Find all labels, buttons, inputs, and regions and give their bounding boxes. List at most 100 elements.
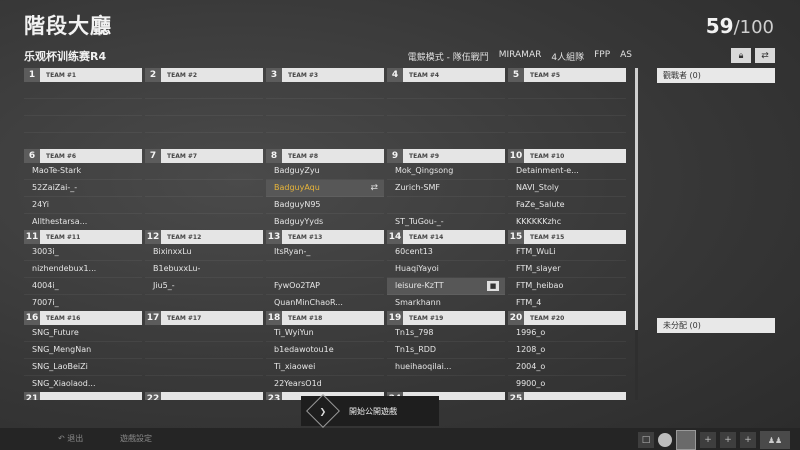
globe-icon[interactable]: [658, 433, 672, 447]
player-slot[interactable]: BixinxxLu: [145, 244, 263, 261]
player-slot[interactable]: BadguyZyu: [266, 163, 384, 180]
exit-button[interactable]: ↶ 退出: [48, 428, 93, 450]
team-header[interactable]: 14 TEAM #14: [387, 230, 505, 244]
swap-icon[interactable]: ⇄: [755, 48, 775, 63]
player-slot[interactable]: 3003i_: [24, 244, 142, 261]
player-slot[interactable]: [145, 376, 263, 393]
player-slot[interactable]: FaZe_Salute: [508, 197, 626, 214]
player-slot[interactable]: b1edawotou1e: [266, 342, 384, 359]
player-slot[interactable]: 24Yi: [24, 197, 142, 214]
team-header[interactable]: 16 TEAM #16: [24, 311, 142, 325]
team-header[interactable]: 19 TEAM #19: [387, 311, 505, 325]
player-slot[interactable]: Ti_WyiYun: [266, 325, 384, 342]
player-slot[interactable]: [266, 116, 384, 133]
player-slot[interactable]: [266, 99, 384, 116]
player-slot[interactable]: [24, 133, 142, 150]
team-header[interactable]: 13 TEAM #13: [266, 230, 384, 244]
player-slot[interactable]: Tn1s_RDD: [387, 342, 505, 359]
team-grid-scrollbar[interactable]: [635, 68, 638, 400]
player-slot[interactable]: [508, 82, 626, 99]
player-slot[interactable]: [387, 133, 505, 150]
player-slot[interactable]: Mok_Qingsong: [387, 163, 505, 180]
team-header[interactable]: 1 TEAM #1: [24, 68, 142, 82]
team-header[interactable]: 3 TEAM #3: [266, 68, 384, 82]
lock-icon[interactable]: 🔒︎: [731, 48, 751, 63]
team-header[interactable]: 17 TEAM #17: [145, 311, 263, 325]
team-header[interactable]: 15 TEAM #15: [508, 230, 626, 244]
team-header[interactable]: 11 TEAM #11: [24, 230, 142, 244]
player-slot[interactable]: [387, 197, 505, 214]
team-header[interactable]: 2 TEAM #2: [145, 68, 263, 82]
player-slot[interactable]: [24, 99, 142, 116]
team-header[interactable]: 18 TEAM #18: [266, 311, 384, 325]
swap-player-icon[interactable]: ⇄: [370, 180, 378, 196]
player-slot[interactable]: 7007i_: [24, 295, 142, 312]
observers-header[interactable]: 觀戰者 (0): [657, 68, 775, 83]
player-slot[interactable]: [387, 116, 505, 133]
player-slot[interactable]: Smarkhann: [387, 295, 505, 312]
player-slot[interactable]: Detainment-e...: [508, 163, 626, 180]
player-slot[interactable]: [145, 342, 263, 359]
player-slot[interactable]: SNG_LaoBeiZi: [24, 359, 142, 376]
avatar[interactable]: [676, 430, 696, 450]
player-slot[interactable]: FTM_4: [508, 295, 626, 312]
player-slot[interactable]: Ti_xiaowei: [266, 359, 384, 376]
player-slot[interactable]: 1996_o: [508, 325, 626, 342]
player-slot[interactable]: [266, 82, 384, 99]
player-slot[interactable]: [508, 133, 626, 150]
team-header[interactable]: 7 TEAM #7: [145, 149, 263, 163]
player-slot[interactable]: KKKKKKzhc: [508, 214, 626, 231]
player-slot[interactable]: [145, 82, 263, 99]
start-public-game-button[interactable]: ❯ 開始公開遊戲: [301, 394, 439, 428]
player-slot[interactable]: [145, 163, 263, 180]
team-header[interactable]: 21: [24, 392, 142, 400]
player-slot[interactable]: [145, 99, 263, 116]
game-settings-button[interactable]: 遊戲設定: [110, 428, 162, 450]
player-slot[interactable]: [145, 325, 263, 342]
scrollbar-thumb[interactable]: [635, 68, 638, 330]
player-slot[interactable]: HuaqiYayoi: [387, 261, 505, 278]
player-slot[interactable]: SNG_Future: [24, 325, 142, 342]
player-slot[interactable]: 2004_o: [508, 359, 626, 376]
player-slot[interactable]: ItsRyan-_: [266, 244, 384, 261]
player-slot[interactable]: FTM_WuLi: [508, 244, 626, 261]
team-header[interactable]: 6 TEAM #6: [24, 149, 142, 163]
unassigned-header[interactable]: 未分配 (0): [657, 318, 775, 333]
player-slot[interactable]: BadguyAqu ⇄: [266, 180, 384, 197]
team-header[interactable]: 20 TEAM #20: [508, 311, 626, 325]
team-header[interactable]: 22: [145, 392, 263, 400]
player-slot[interactable]: FywOo2TAP: [266, 278, 384, 295]
player-slot[interactable]: [145, 133, 263, 150]
player-slot[interactable]: Jiu5_-: [145, 278, 263, 295]
player-slot[interactable]: [508, 99, 626, 116]
player-slot[interactable]: [24, 116, 142, 133]
player-slot[interactable]: QuanMinChaoR...: [266, 295, 384, 312]
player-slot[interactable]: 22YearsO1d: [266, 376, 384, 393]
team-header[interactable]: 8 TEAM #8: [266, 149, 384, 163]
chat-icon[interactable]: □: [638, 432, 654, 448]
squad-icon[interactable]: ♟♟: [760, 431, 790, 449]
team-header[interactable]: 10 TEAM #10: [508, 149, 626, 163]
player-slot[interactable]: SNG_MengNan: [24, 342, 142, 359]
player-slot[interactable]: hueihaoqilai...: [387, 359, 505, 376]
player-slot[interactable]: 9900_o: [508, 376, 626, 393]
player-slot[interactable]: FTM_slayer: [508, 261, 626, 278]
player-slot[interactable]: 4004i_: [24, 278, 142, 295]
player-slot[interactable]: [145, 359, 263, 376]
player-slot[interactable]: [266, 133, 384, 150]
player-slot[interactable]: [508, 116, 626, 133]
team-header[interactable]: 25: [508, 392, 626, 400]
player-slot[interactable]: Tn1s_798: [387, 325, 505, 342]
player-slot[interactable]: B1ebuxxLu-: [145, 261, 263, 278]
player-slot[interactable]: BadguyN95: [266, 197, 384, 214]
player-slot[interactable]: NAVI_Stoly: [508, 180, 626, 197]
player-slot[interactable]: Zurich-SMF: [387, 180, 505, 197]
player-slot[interactable]: leisure-KzTT ■: [387, 278, 505, 295]
player-slot[interactable]: [145, 197, 263, 214]
player-slot[interactable]: [387, 99, 505, 116]
player-profile-icon[interactable]: ■: [487, 281, 499, 291]
add-friend-icon-1[interactable]: +: [700, 432, 716, 448]
team-header[interactable]: 5 TEAM #5: [508, 68, 626, 82]
player-slot[interactable]: [145, 180, 263, 197]
player-slot[interactable]: [387, 82, 505, 99]
